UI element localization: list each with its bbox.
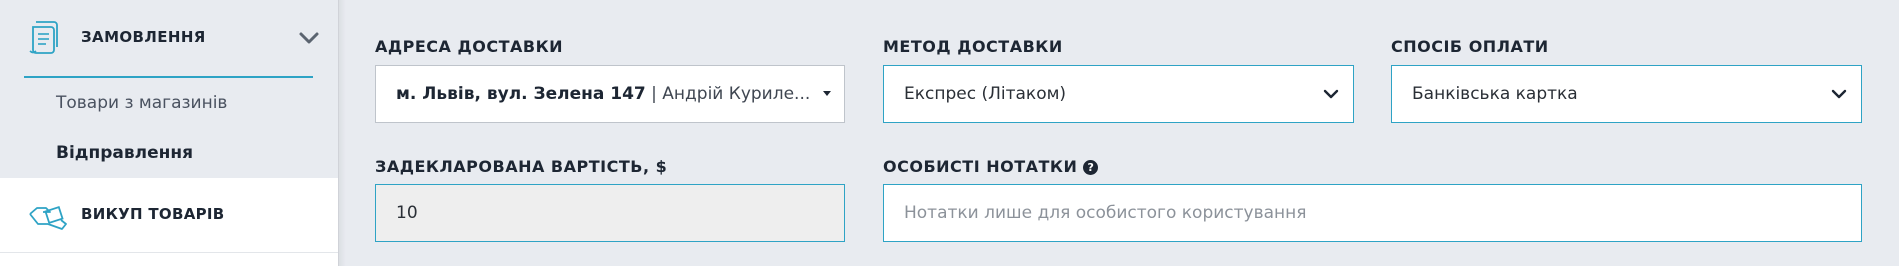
help-icon[interactable]: ? [1083,160,1099,175]
notes-label: ОСОБИСТІ НОТАТКИ? [883,157,1099,176]
nav-divider [24,76,313,78]
sidebar-bottom-strip [0,253,338,266]
payment-value: Банківська картка [1412,84,1578,104]
sidebar-shadow [338,0,346,266]
chevron-down-icon[interactable] [298,30,320,46]
notes-placeholder: Нотатки лише для особистого користування [904,203,1307,223]
chevron-down-icon [1831,89,1847,99]
nav-orders-label: ЗАМОВЛЕННЯ [81,28,206,46]
address-label: АДРЕСА ДОСТАВКИ [375,37,564,56]
notes-input[interactable]: Нотатки лише для особистого користування [883,184,1862,242]
notes-label-text: ОСОБИСТІ НОТАТКИ [883,157,1078,176]
address-select[interactable]: м. Львів, вул. Зелена 147 | Андрій Курил… [375,65,845,123]
chevron-down-icon [1323,89,1339,99]
declared-value-text: 10 [396,203,418,223]
nav-buyout-label: ВИКУП ТОВАРІВ [81,205,225,223]
sidebar-item-shipments[interactable]: Відправлення [56,143,193,163]
nav-orders[interactable]: ЗАМОВЛЕННЯ [0,0,338,76]
declared-value-input[interactable]: 10 [375,184,845,242]
document-scroll-icon [29,21,58,54]
delivery-method-select[interactable]: Експрес (Літаком) [883,65,1354,123]
hand-box-icon [29,205,67,230]
nav-buyout[interactable]: ВИКУП ТОВАРІВ [0,178,338,253]
address-value-detail: | Андрій Куриле... [645,84,810,104]
caret-down-icon [823,91,831,96]
sidebar-item-store-goods[interactable]: Товари з магазинів [56,93,227,113]
delivery-method-label: МЕТОД ДОСТАВКИ [883,37,1063,56]
payment-label: СПОСІБ ОПЛАТИ [1391,37,1549,56]
payment-select[interactable]: Банківська картка [1391,65,1862,123]
delivery-method-value: Експрес (Літаком) [904,84,1067,104]
declared-value-label: ЗАДЕКЛАРОВАНА ВАРТІСТЬ, $ [375,157,668,176]
sidebar: ЗАМОВЛЕННЯ Товари з магазинів Відправлен… [0,0,339,266]
address-value-main: м. Львів, вул. Зелена 147 [396,84,646,104]
